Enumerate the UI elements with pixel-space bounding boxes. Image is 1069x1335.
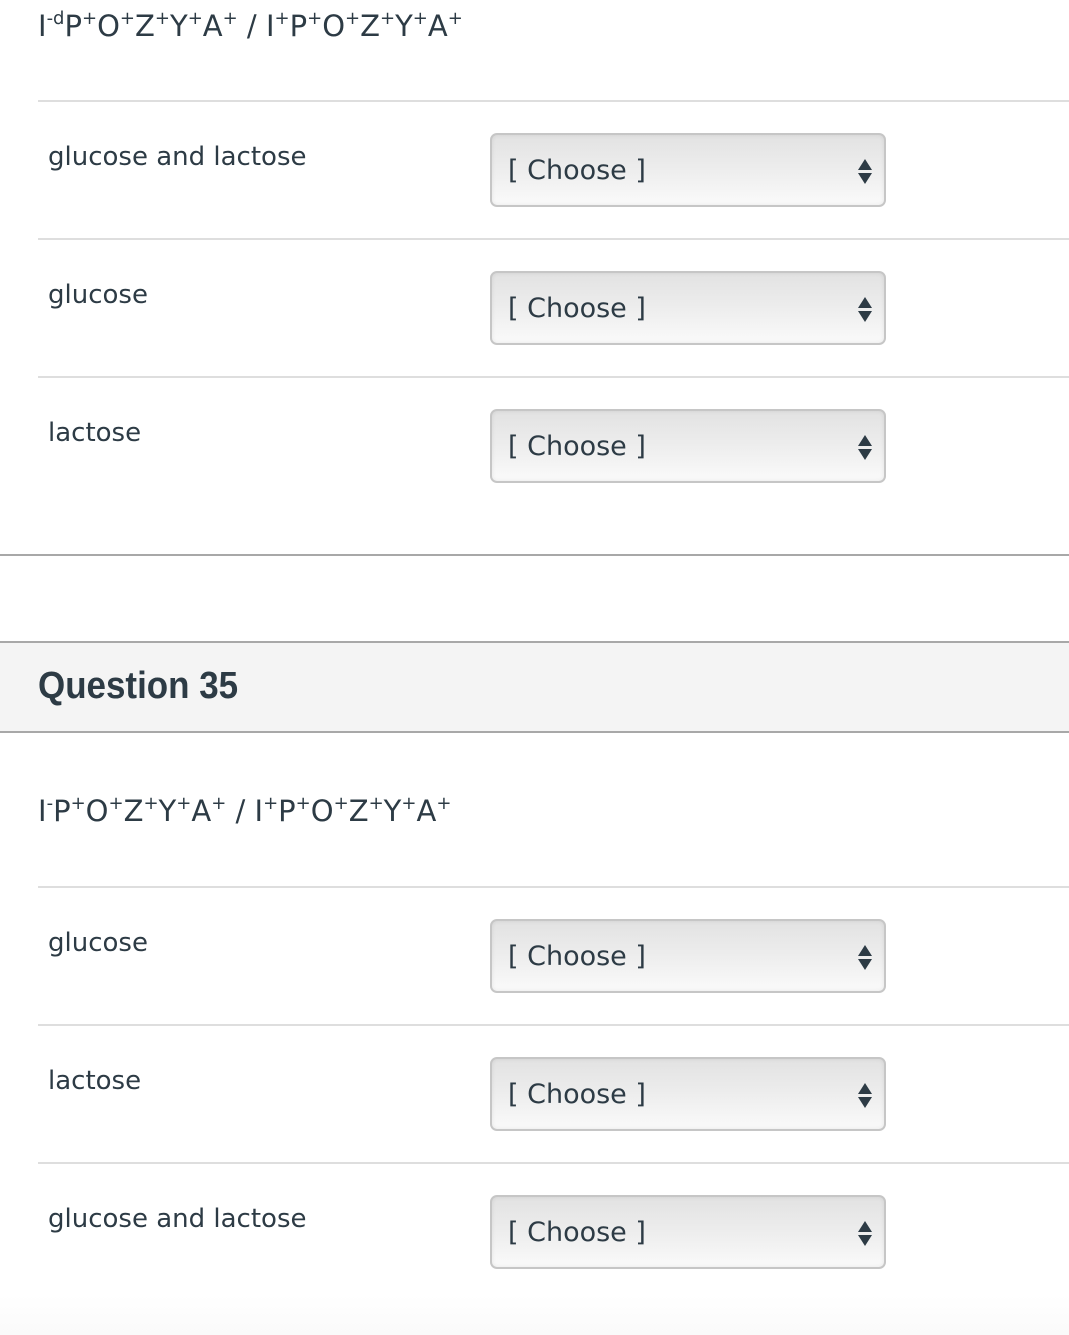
- allele-superscript: +: [368, 793, 384, 814]
- gene-symbol: A: [427, 9, 448, 43]
- select-arrows-icon: [858, 1221, 872, 1247]
- allele-superscript: +: [412, 8, 428, 29]
- gene-symbol: O: [310, 794, 334, 828]
- answer-select[interactable]: [ Choose ]: [490, 1057, 886, 1131]
- allele-superscript: +: [81, 8, 98, 29]
- allele-superscript: +: [274, 8, 290, 29]
- select-arrows-icon: [858, 159, 872, 185]
- genotype-text: I-dP+O+Z+Y+A+ / I+P+O+Z+Y+A+: [0, 9, 463, 43]
- gene-symbol: P: [278, 794, 296, 828]
- match-label: glucose: [48, 928, 148, 958]
- gene-symbol: O: [97, 9, 120, 43]
- question-divider: [0, 554, 1069, 556]
- allele-superscript: +: [307, 8, 323, 29]
- match-row: lactose [ Choose ]: [38, 378, 1069, 514]
- select-value: [ Choose ]: [508, 1079, 646, 1110]
- allele-superscript: +: [70, 793, 86, 814]
- match-label: glucose and lactose: [48, 1204, 307, 1234]
- select-value: [ Choose ]: [508, 293, 646, 324]
- allele-superscript: +: [143, 793, 159, 814]
- gene-symbol: I: [38, 794, 47, 828]
- gene-symbol: Y: [169, 9, 188, 43]
- allele-superscript: +: [108, 793, 124, 814]
- gene-symbol: P: [289, 9, 308, 43]
- answer-select[interactable]: [ Choose ]: [490, 919, 886, 993]
- matching-list: glucose [ Choose ] lactose [ Choose ] gl…: [38, 886, 1069, 1300]
- allele-superscript: +: [379, 8, 396, 29]
- gene-symbol: Y: [158, 794, 177, 828]
- answer-select[interactable]: [ Choose ]: [490, 1195, 886, 1269]
- select-arrows-icon: [858, 1083, 872, 1109]
- match-label: glucose and lactose: [48, 142, 307, 172]
- question-header: Question 35: [0, 641, 1069, 733]
- match-label: lactose: [48, 1066, 142, 1096]
- select-value: [ Choose ]: [508, 941, 646, 972]
- gene-symbol: Z: [348, 794, 369, 828]
- gene-symbol: Y: [395, 9, 413, 43]
- match-row: glucose [ Choose ]: [38, 240, 1069, 378]
- answer-select[interactable]: [ Choose ]: [490, 409, 886, 483]
- answer-select[interactable]: [ Choose ]: [490, 271, 886, 345]
- gene-symbol: Z: [360, 9, 380, 43]
- allele-superscript: -d: [46, 8, 65, 29]
- match-row: lactose [ Choose ]: [38, 1026, 1069, 1164]
- allele-superscript: +: [333, 793, 349, 814]
- genotype-separator: /: [237, 9, 266, 43]
- genotype-text: I-P+O+Z+Y+A+ / I+P+O+Z+Y+A+: [0, 794, 451, 828]
- question-title: Question 35: [38, 665, 239, 707]
- allele-superscript: +: [263, 793, 279, 814]
- allele-superscript: +: [345, 8, 361, 29]
- select-value: [ Choose ]: [508, 155, 646, 186]
- match-label: glucose: [48, 280, 148, 310]
- gene-symbol: Y: [383, 794, 402, 828]
- select-value: [ Choose ]: [508, 431, 646, 462]
- gene-symbol: P: [53, 794, 71, 828]
- genotype-separator: /: [226, 794, 255, 828]
- match-row: glucose and lactose [ Choose ]: [38, 1164, 1069, 1300]
- allele-superscript: +: [401, 793, 417, 814]
- match-label: lactose: [48, 418, 142, 448]
- gene-symbol: Z: [135, 9, 155, 43]
- match-row: glucose [ Choose ]: [38, 888, 1069, 1026]
- gene-symbol: P: [64, 9, 82, 43]
- select-arrows-icon: [858, 945, 872, 971]
- select-value: [ Choose ]: [508, 1217, 646, 1248]
- answer-select[interactable]: [ Choose ]: [490, 133, 886, 207]
- gene-symbol: A: [191, 794, 212, 828]
- gene-symbol: I: [254, 794, 264, 828]
- allele-superscript: +: [176, 793, 192, 814]
- allele-superscript: +: [436, 793, 452, 814]
- allele-superscript: +: [211, 793, 227, 814]
- allele-superscript: +: [154, 8, 170, 29]
- gene-symbol: I: [265, 9, 275, 43]
- allele-superscript: +: [447, 8, 463, 29]
- gene-symbol: I: [38, 9, 47, 43]
- gene-symbol: Z: [123, 794, 144, 828]
- page-footer-fade: [0, 1295, 1069, 1335]
- matching-list: glucose and lactose [ Choose ] glucose […: [38, 100, 1069, 514]
- gene-symbol: O: [322, 9, 346, 43]
- gene-symbol: A: [202, 9, 223, 43]
- allele-superscript: +: [295, 793, 311, 814]
- select-arrows-icon: [858, 435, 872, 461]
- allele-superscript: +: [187, 8, 203, 29]
- gene-symbol: O: [85, 794, 109, 828]
- gene-symbol: A: [416, 794, 437, 828]
- select-arrows-icon: [858, 297, 872, 323]
- match-row: glucose and lactose [ Choose ]: [38, 102, 1069, 240]
- allele-superscript: +: [222, 8, 238, 29]
- allele-superscript: +: [119, 8, 135, 29]
